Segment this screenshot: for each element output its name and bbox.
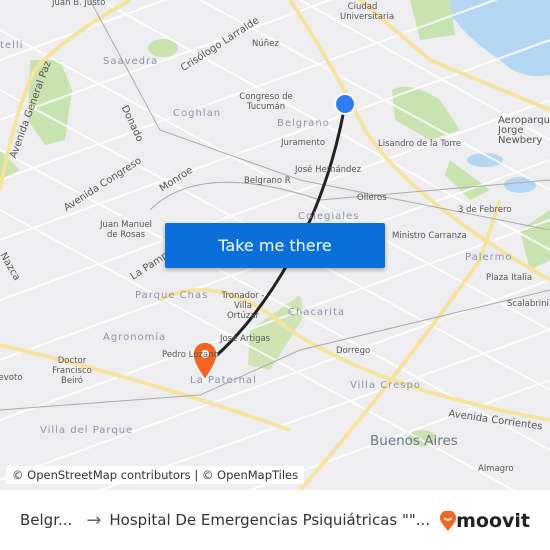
map-label: Tronador - Villa Ortúzar: [221, 291, 265, 321]
map-attribution[interactable]: © OpenStreetMap contributors | © OpenMap…: [6, 466, 305, 484]
map-label: La Paternal: [190, 375, 257, 386]
arrow-right-icon: →: [86, 509, 102, 531]
map-label: Saavedra: [103, 56, 159, 67]
map-label: Plaza Italia: [486, 273, 533, 283]
map-label: Doctor Francisco Beiró: [52, 356, 92, 386]
map-label: Dorrego: [336, 346, 371, 356]
map-label: Juramento: [281, 138, 326, 148]
map-label: Ministro Carranza: [392, 231, 467, 241]
map-label: Almagro: [478, 464, 514, 474]
map-label: Núñez: [252, 39, 279, 49]
moovit-wordmark: moovit: [456, 510, 530, 532]
take-me-there-button[interactable]: Take me there: [165, 223, 385, 268]
map-label: Chacarita: [288, 307, 346, 318]
map-label: Palermo: [465, 252, 513, 263]
map-label: Pedro Lozano: [162, 350, 219, 360]
map-label: Lisandro de la Torre: [378, 139, 462, 149]
map-label: Ciudad Universitaria: [340, 2, 395, 22]
map-label: Juan Manuel de Rosas: [99, 220, 153, 240]
map-label: Congreso de Tucumán: [239, 92, 293, 112]
map-label: Aeroparque Jorge Newbery: [498, 115, 550, 146]
moovit-pin-icon: [440, 511, 457, 531]
origin-marker[interactable]: [334, 93, 356, 115]
map-label: Juan B. Justo: [52, 0, 106, 8]
map-label: Olleros: [357, 193, 387, 203]
moovit-logo[interactable]: moovit: [440, 510, 530, 532]
origin-name: Belgr...: [20, 511, 73, 529]
map-label: Coghlan: [173, 108, 222, 119]
map-label: Parque Chas: [135, 290, 209, 301]
map-label: Agronomía: [103, 332, 167, 343]
map-label: 3 de Febrero: [458, 205, 512, 215]
map-label: Scalabrini Ortiz: [507, 299, 550, 309]
map-label: Villa del Parque: [40, 425, 134, 436]
destination-name: Hospital De Emergencias Psiquiátricas ""…: [109, 511, 431, 529]
map[interactable]: Juan B. Justo telli Saavedra Crisólogo L…: [0, 0, 550, 490]
map-label: José Hernández: [295, 165, 362, 175]
map-label: Devoto: [0, 373, 23, 383]
map-label: Villa Crespo: [350, 380, 421, 391]
map-label: Colegiales: [298, 211, 360, 222]
map-label: José Artigas: [220, 334, 271, 344]
map-label: Buenos Aires: [370, 433, 458, 449]
map-label: Belgrano R: [244, 176, 291, 186]
map-label: Belgrano: [277, 118, 330, 129]
map-label: telli: [0, 40, 24, 51]
